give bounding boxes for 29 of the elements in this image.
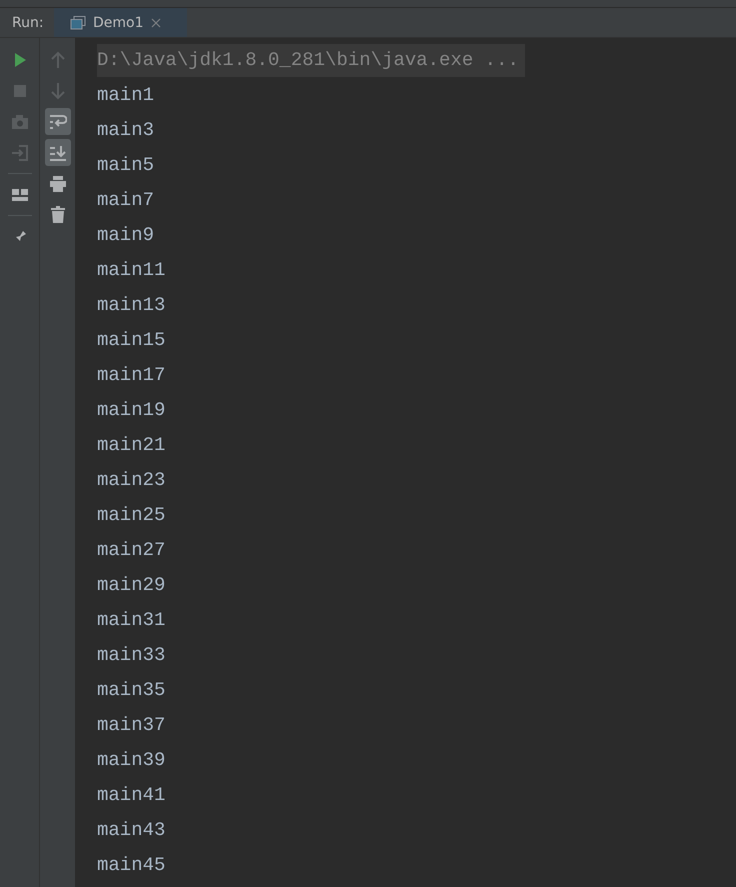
output-line: main9 — [97, 223, 156, 248]
close-icon[interactable] — [150, 18, 161, 28]
output-line: main19 — [97, 398, 166, 423]
output-line: main31 — [97, 608, 166, 633]
output-line: main45 — [97, 853, 166, 878]
output-line: main13 — [97, 293, 166, 318]
window-icon — [70, 16, 86, 30]
wrap-icon[interactable] — [44, 108, 70, 135]
output-line: main5 — [97, 153, 156, 178]
output-line: main33 — [97, 643, 166, 668]
output-line: main23 — [97, 468, 166, 493]
output-line: main41 — [97, 783, 166, 808]
output-line: main3 — [97, 118, 156, 143]
console-tab[interactable]: Demo1 — [54, 8, 187, 37]
output-line: main37 — [97, 713, 166, 738]
output-line: main35 — [97, 678, 166, 703]
output-line: main39 — [97, 748, 166, 773]
output-line: main11 — [97, 258, 166, 283]
output-line: main43 — [97, 818, 166, 843]
output-line: main29 — [97, 573, 166, 598]
output-line: main25 — [97, 503, 166, 528]
output-line: main15 — [97, 328, 166, 353]
output-line: main21 — [97, 433, 166, 458]
output-line: main1 — [97, 83, 156, 108]
output-line: main27 — [97, 538, 166, 563]
run-label: Run: — [11, 14, 45, 32]
output-line: main7 — [97, 188, 156, 213]
scroll-to-end-icon[interactable] — [44, 139, 70, 166]
output-line: main17 — [97, 363, 166, 388]
